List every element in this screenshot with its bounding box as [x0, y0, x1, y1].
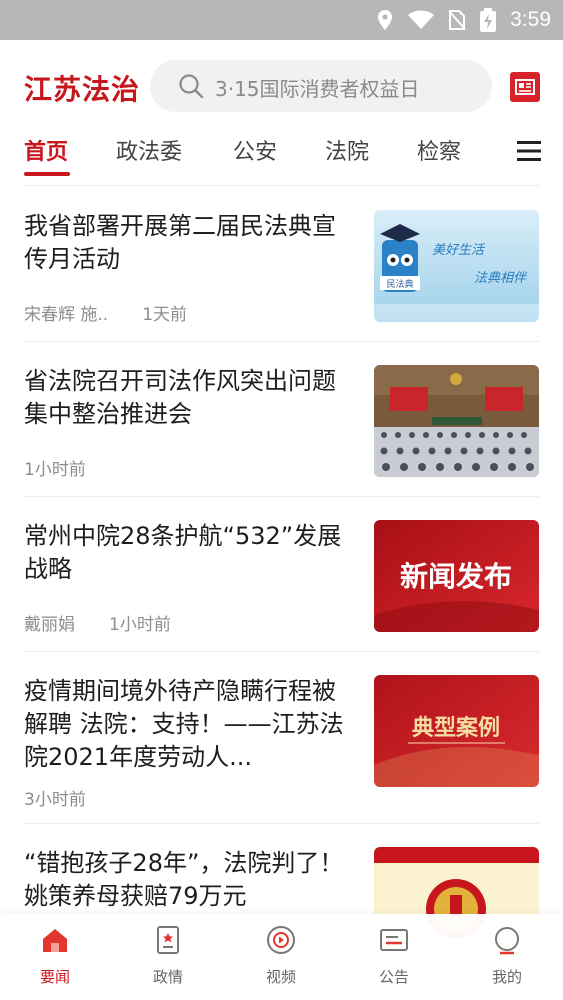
status-time: 3:59 [510, 8, 551, 31]
news-item[interactable]: 疫情期间境外待产隐瞒行程被解聘 法院：支持！——江苏法院2021年度劳动人...… [24, 651, 539, 823]
news-thumbnail: 新闻发布 [374, 520, 539, 632]
news-time: 1天前 [142, 305, 188, 325]
news-title: 省法院召开司法作风突出问题集中整治推进会 [24, 367, 336, 428]
news-author: 宋春辉 施.. [24, 305, 109, 325]
search-bar[interactable]: 3·15国际消费者权益日 [150, 60, 492, 112]
tab-police[interactable]: 公安 [233, 134, 277, 166]
news-thumbnail: 典型案例 [374, 675, 539, 787]
thumb-caption: 典型案例 [412, 715, 500, 741]
news-title: 疫情期间境外待产隐瞒行程被解聘 法院：支持！——江苏法院2021年度劳动人... [24, 677, 344, 771]
tab-court[interactable]: 法院 [325, 134, 369, 166]
news-time: 1小时前 [109, 615, 171, 635]
nav-item-profile[interactable]: 我的 [462, 914, 552, 1000]
nav-label: 政情 [152, 968, 183, 986]
thumb-line1: 美好生活 [432, 243, 486, 258]
news-meta: 1小时前 [24, 455, 120, 480]
search-placeholder: 3·15国际消费者权益日 [215, 77, 420, 101]
no-sim-icon [448, 10, 466, 30]
news-time: 1小时前 [24, 460, 86, 480]
nav-item-notices[interactable]: 公告 [349, 914, 439, 1000]
news-meta: 宋春辉 施.. 1天前 [24, 300, 221, 325]
news-title: 常州中院28条护航“532”发展战略 [24, 522, 342, 583]
news-title: “错抱孩子28年”，法院判了！ 姚策养母获赔79万元 [24, 849, 344, 910]
profile-icon [495, 927, 519, 955]
battery-icon [480, 8, 497, 32]
news-meta: 戴丽娟 1小时前 [24, 610, 205, 635]
nav-label: 公告 [378, 968, 409, 986]
news-thumbnail [374, 365, 539, 477]
nav-label: 要闻 [39, 968, 70, 986]
category-tabs: 首页 政法委 公安 法院 检察 [0, 134, 563, 186]
search-icon [179, 74, 204, 99]
news-item[interactable]: 省法院召开司法作风突出问题集中整治推进会 1小时前 [24, 341, 539, 496]
app-header: 江苏法治 3·15国际消费者权益日 [0, 40, 563, 134]
news-title: 我省部署开展第二届民法典宣传月活动 [24, 212, 336, 273]
news-thumbnail: 民法典 美好生活 法典相伴 [374, 210, 539, 322]
menu-icon[interactable] [517, 140, 541, 162]
nav-label: 我的 [491, 968, 522, 986]
thumb-badge: 民法典 [386, 278, 413, 290]
thumb-caption: 新闻发布 [400, 560, 512, 593]
nav-item-video[interactable]: 视频 [236, 914, 326, 1000]
tab-politics-law[interactable]: 政法委 [116, 134, 182, 166]
notice-icon [380, 929, 408, 951]
news-time: 3小时前 [24, 790, 86, 810]
tab-procuratorate[interactable]: 检察 [417, 134, 461, 166]
newspaper-icon[interactable] [510, 72, 540, 102]
nav-item-politics[interactable]: 政情 [123, 914, 213, 1000]
news-item[interactable]: 我省部署开展第二届民法典宣传月活动 宋春辉 施.. 1天前 民法典 美好生活 法典… [24, 186, 539, 341]
thumb-line2: 法典相伴 [474, 271, 528, 286]
nav-item-headlines[interactable]: 要闻 [10, 914, 100, 1000]
bottom-navigation: 要闻 政情 视频 公告 我的 [0, 914, 563, 1000]
tab-home[interactable]: 首页 [24, 134, 68, 166]
news-item[interactable]: 常州中院28条护航“532”发展战略 戴丽娟 1小时前 新闻发布 [24, 496, 539, 651]
wifi-icon [408, 10, 435, 29]
location-icon [378, 10, 393, 30]
active-tab-indicator [24, 172, 70, 176]
news-author: 戴丽娟 [24, 615, 75, 635]
news-meta: 3小时前 [24, 785, 120, 810]
document-icon [157, 926, 179, 954]
home-icon [43, 929, 67, 952]
status-bar: 3:59 [0, 0, 563, 40]
video-icon [267, 926, 295, 954]
app-logo: 江苏法治 [24, 73, 141, 106]
nav-label: 视频 [265, 968, 296, 986]
